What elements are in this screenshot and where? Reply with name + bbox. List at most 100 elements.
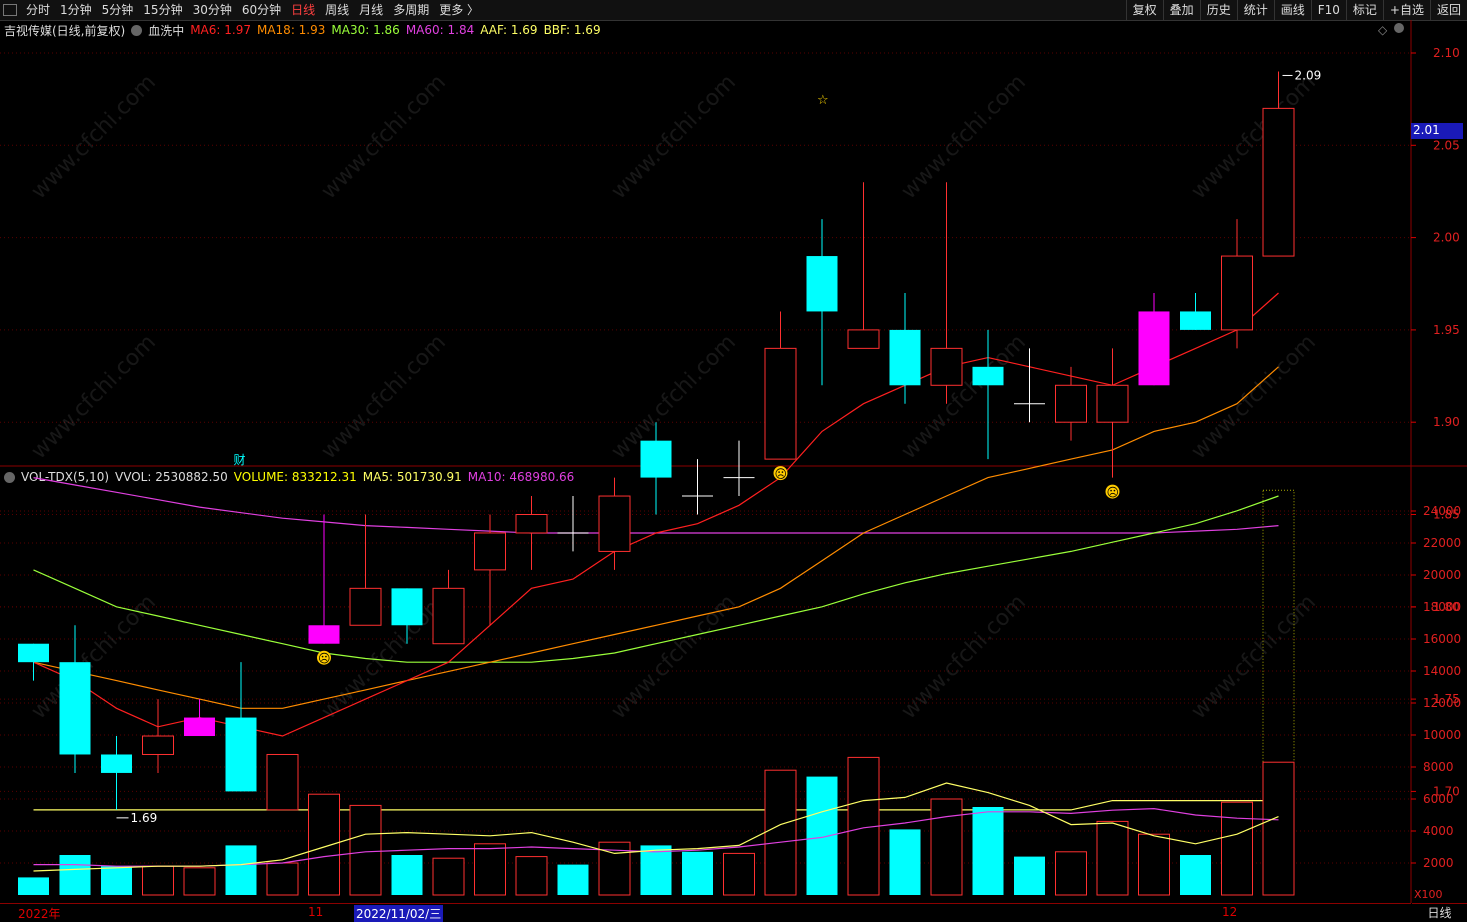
x-label-nov: 11 (308, 905, 324, 919)
volume-bar (723, 852, 755, 896)
candle (308, 514, 340, 644)
volume-bar (930, 798, 963, 896)
candle-body (598, 495, 631, 552)
volume-bar (474, 843, 506, 896)
price-tick-label: 2.05 (1433, 138, 1460, 152)
price-tick-label: 2.10 (1433, 46, 1460, 60)
volume-bar (557, 864, 589, 895)
volume-bar (1221, 801, 1253, 896)
candle-body (184, 717, 215, 737)
candle-body (266, 753, 299, 811)
watermark-text: www.cfchi.com (897, 590, 1031, 724)
volume-bar (889, 829, 921, 895)
period-indicator[interactable]: 日线 (1412, 903, 1467, 920)
candle-body (640, 440, 672, 478)
candle-body (308, 625, 340, 644)
candle-body (930, 347, 963, 386)
volume-bar (1014, 856, 1045, 895)
volume-tick-label: 6000 (1423, 792, 1454, 806)
candle-body (847, 329, 880, 349)
volume-tick-label: 18000 (1423, 600, 1461, 614)
candle (515, 496, 548, 570)
star-marker: ☆ (817, 93, 829, 108)
watermark-text: www.cfchi.com (27, 330, 161, 464)
candle (723, 440, 755, 497)
candle-body (1180, 311, 1211, 330)
volume-tick-label: 10000 (1423, 728, 1461, 742)
x-axis: 2022年 11 2022/11/02/三 12 (0, 903, 1411, 922)
current-price-tag: 2.01 (1411, 123, 1463, 139)
watermark-text: www.cfchi.com (317, 330, 451, 464)
candle-body (1262, 107, 1295, 257)
volume-bar (391, 855, 423, 895)
volume-bar (972, 807, 1004, 895)
candle-body (764, 347, 797, 460)
candle (1096, 348, 1129, 478)
volume-tick-label: 24000 (1423, 504, 1461, 518)
candle (847, 182, 880, 349)
volume-bar (1096, 820, 1129, 896)
candle-body (1221, 255, 1253, 331)
price-tick-label: 1.95 (1433, 323, 1460, 337)
candle (349, 514, 382, 626)
volume-bar (515, 856, 548, 896)
candle (889, 292, 921, 404)
candle-body (515, 514, 548, 534)
candle-body (142, 735, 174, 755)
volume-tick-label: 20000 (1423, 568, 1461, 582)
candle-body (349, 587, 382, 626)
sad-face-icon: ☹ (1107, 486, 1120, 500)
volume-tick-label: 14000 (1423, 664, 1461, 678)
price-tick-label: 2.00 (1433, 231, 1460, 245)
volume-bar (266, 862, 299, 896)
candle (598, 477, 631, 570)
volume-tick-label: 8000 (1423, 760, 1454, 774)
candle (266, 753, 299, 811)
watermark-text: www.cfchi.com (607, 590, 741, 724)
candle-body (432, 587, 465, 645)
watermark-text: www.cfchi.com (1187, 70, 1321, 204)
candle-body (806, 256, 838, 312)
candle (806, 219, 838, 386)
candle-body (391, 588, 423, 626)
volume-bar (1262, 761, 1295, 896)
candle (432, 569, 465, 645)
candle (682, 459, 713, 515)
watermark-text: www.cfchi.com (27, 70, 161, 204)
volume-tick-label: 2000 (1423, 856, 1454, 870)
watermark-text: www.cfchi.com (1187, 330, 1321, 464)
finance-marker: 财 (234, 453, 246, 467)
candle-body (59, 662, 91, 755)
volume-bar (142, 865, 174, 896)
candle (18, 643, 49, 681)
volume-bar (308, 793, 340, 896)
watermark-text: www.cfchi.com (897, 70, 1031, 204)
volume-bar (225, 845, 257, 895)
candle (1138, 292, 1170, 386)
candle-body (225, 717, 257, 792)
candle (184, 699, 215, 737)
candle-body (1055, 384, 1087, 423)
candle (557, 496, 589, 552)
volume-tick-label: 4000 (1423, 824, 1454, 838)
watermark-text: www.cfchi.com (607, 70, 741, 204)
volume-unit-label: X100 (1414, 888, 1443, 901)
sad-face-icon: ☹ (318, 652, 331, 666)
x-label-year: 2022年 (18, 907, 61, 921)
candle (101, 736, 132, 810)
volume-bar (432, 857, 465, 896)
x-cursor-date: 2022/11/02/三 (354, 905, 444, 922)
sad-face-icon: ☹ (775, 467, 788, 481)
watermark-text: www.cfchi.com (607, 330, 741, 464)
ma30-line (33, 495, 1279, 663)
candle-body (889, 329, 921, 386)
volume-bar (806, 776, 838, 895)
volume-tick-label: 16000 (1423, 632, 1461, 646)
watermark-text: www.cfchi.com (317, 70, 451, 204)
candle (225, 662, 257, 792)
volume-bar (640, 845, 672, 895)
kline-chart[interactable]: 2.102.052.001.951.901.851.801.751.702400… (0, 0, 1467, 919)
volume-bar (1055, 851, 1087, 896)
volume-bar (18, 877, 49, 895)
candle (764, 311, 797, 460)
